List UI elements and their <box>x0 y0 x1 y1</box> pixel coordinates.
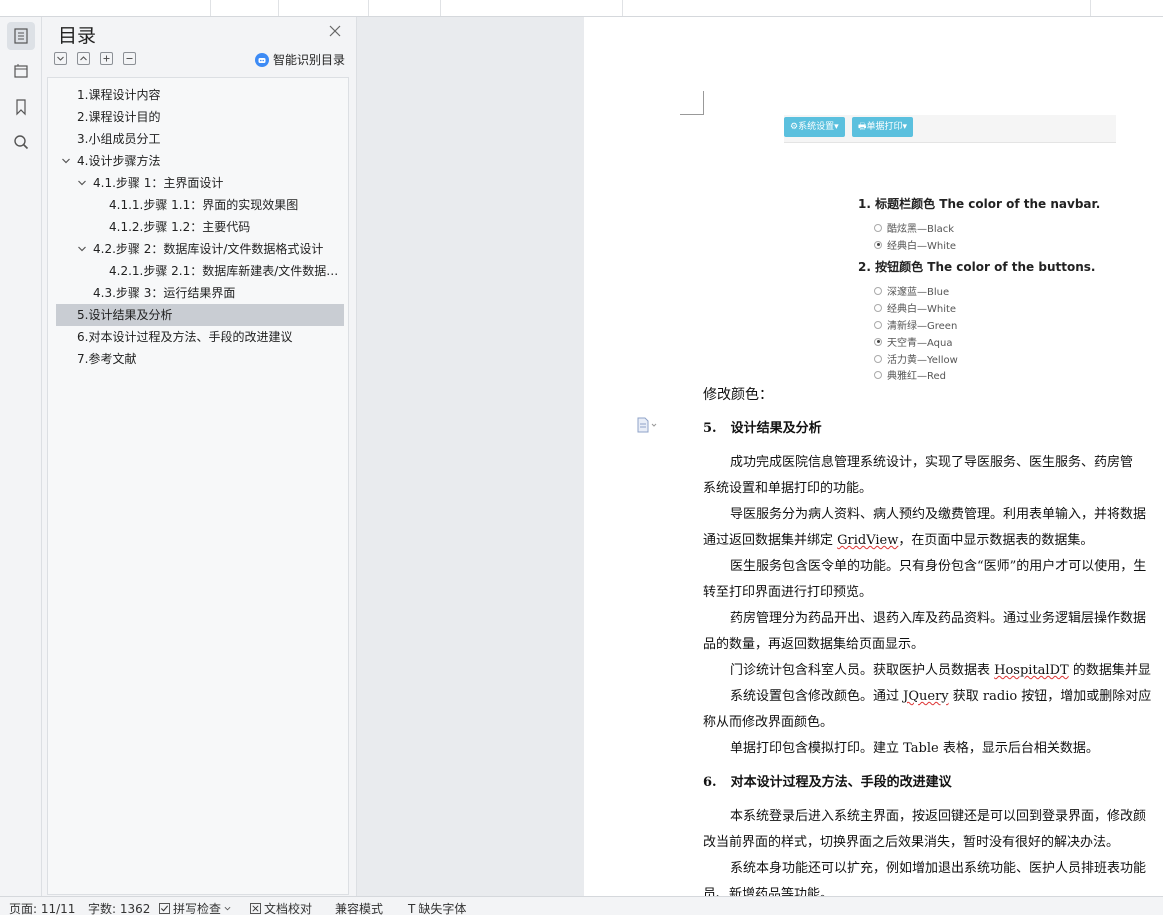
chevron-down-icon <box>224 906 231 911</box>
paragraph-line: 药房管理分为药品开出、退药入库及药品资料。通过业务逻辑层操作数据 <box>730 611 1147 626</box>
paragraph-line: 品的数量，再返回数据集给页面显示。 <box>703 637 925 652</box>
figure-caption: 修改颜色： <box>703 387 773 403</box>
bookmark-icon[interactable] <box>7 93 35 121</box>
paragraph-line: 员、新增药品等功能。 <box>703 887 834 896</box>
toc-item[interactable]: 4.设计步骤方法 <box>56 150 344 172</box>
toc-item[interactable]: 2.课程设计目的 <box>56 106 344 128</box>
radio-icon <box>874 303 882 312</box>
toolbar-separator <box>368 0 369 16</box>
close-icon[interactable] <box>328 24 342 38</box>
search-icon[interactable] <box>7 128 35 156</box>
paragraph-line: 转至打印界面进行打印预览。 <box>703 585 873 600</box>
proofread-icon <box>250 903 261 914</box>
paragraph-line: 系统设置包含修改颜色。通过 JQuery 获取 radio 按钮，增加或删除对应 <box>730 689 1152 704</box>
toc-item[interactable]: 6.对本设计过程及方法、手段的改进建议 <box>56 326 344 348</box>
toc-icon[interactable] <box>7 22 35 50</box>
toc-item[interactable]: 4.2.1.步骤 2.1：数据库新建表/文件数据格式 <box>56 260 344 282</box>
plus-icon <box>103 55 110 62</box>
spell-check-button[interactable]: 拼写检查 <box>159 900 231 915</box>
chevron-down-icon[interactable] <box>77 244 87 254</box>
radio-option: 经典白—White <box>874 300 956 315</box>
embedded-image-toolbar: ⚙系统设置▾ 🖶单据打印▾ <box>784 115 1116 143</box>
toc-item[interactable]: 4.1.1.步骤 1.1：界面的实现效果图 <box>56 194 344 216</box>
paragraph-line: 通过返回数据集并绑定 GridView，在页面中显示数据表的数据集。 <box>703 533 1094 548</box>
paragraph-line: 单据打印包含模拟打印。建立 Table 表格，显示后台相关数据。 <box>730 741 1099 756</box>
radio-option: 经典白—White <box>874 237 956 252</box>
paragraph-line: 改当前界面的样式，切换界面之后效果消失，暂时没有很好的解决办法。 <box>703 835 1120 850</box>
paragraph-line: 医生服务包含医令单的功能。只有身份包含“医师”的用户才可以使用，生 <box>730 559 1147 574</box>
collapse-all-button[interactable] <box>77 52 90 65</box>
embedded-section-heading: 2. 按钮颜色 The color of the buttons. <box>858 260 1096 274</box>
radio-icon <box>874 320 882 329</box>
toc-item[interactable]: 3.小组成员分工 <box>56 128 344 150</box>
page-indicator[interactable]: 页面: 11/11 <box>9 900 75 915</box>
robot-icon <box>255 52 269 67</box>
radio-checked-icon <box>874 337 882 346</box>
radio-option: 清新绿—Green <box>874 317 957 332</box>
radio-checked-icon <box>874 240 882 249</box>
toc-item[interactable]: 1.课程设计内容 <box>56 84 344 106</box>
chevron-down-icon[interactable] <box>61 156 71 166</box>
paragraph-line: 本系统登录后进入系统主界面，按返回键还是可以回到登录界面，修改颜 <box>730 809 1147 824</box>
minus-icon <box>126 58 133 59</box>
radio-option: 酷炫黑—Black <box>874 220 954 235</box>
radio-icon <box>874 223 882 232</box>
radio-icon <box>874 286 882 295</box>
toc-panel: 目录 智能识别目录 1.课程设计内容 2.课程设计目的 3.小组成员分工 4.设… <box>42 17 357 896</box>
paragraph-line: 导医服务分为病人资料、病人预约及缴费管理。利用表单输入，并将数据 <box>730 507 1147 522</box>
radio-option: 典雅红—Red <box>874 367 946 382</box>
missing-font-button[interactable]: T̲ 缺失字体 <box>408 900 466 915</box>
radio-icon <box>874 354 882 363</box>
paragraph-line: 系统本身功能还可以扩充，例如增加退出系统功能、医护人员排班表功能 <box>730 861 1147 876</box>
section-heading-6: 6. 对本设计过程及方法、手段的改进建议 <box>703 775 952 790</box>
word-count[interactable]: 字数: 1362 <box>88 900 150 915</box>
toc-toolbar <box>54 52 136 65</box>
toolbar-separator <box>210 0 211 16</box>
radio-option: 深邃蓝—Blue <box>874 283 949 298</box>
check-icon <box>159 903 170 914</box>
chevron-up-icon <box>80 56 87 61</box>
paragraph-line: 系统设置和单据打印的功能。 <box>703 481 873 496</box>
toolbar-separator <box>440 0 441 16</box>
paragraph-line: 门诊统计包含科室人员。获取医护人员数据表 HospitalDT 的数据集并显 <box>730 663 1151 678</box>
embedded-section-heading: 1. 标题栏颜色 The color of the navbar. <box>858 197 1101 211</box>
radio-icon <box>874 370 882 379</box>
toc-item[interactable]: 4.2.步骤 2：数据库设计/文件数据格式设计 <box>56 238 344 260</box>
toc-list: 1.课程设计内容 2.课程设计目的 3.小组成员分工 4.设计步骤方法 4.1.… <box>47 77 349 895</box>
top-toolbar-strip <box>0 0 1163 17</box>
toc-item[interactable]: 4.1.2.步骤 1.2：主要代码 <box>56 216 344 238</box>
smart-toc-label: 智能识别目录 <box>273 53 346 67</box>
page-corner-mark <box>680 91 704 115</box>
document-page[interactable]: ⚙系统设置▾ 🖶单据打印▾ 1. 标题栏颜色 The color of the … <box>584 17 1163 896</box>
chevron-down-icon[interactable] <box>77 178 87 188</box>
toc-title: 目录 <box>58 25 97 47</box>
print-button-image: 🖶单据打印▾ <box>852 117 914 137</box>
radio-option: 天空青—Aqua <box>874 334 952 349</box>
workspace-background <box>357 17 584 896</box>
side-rail <box>0 17 42 896</box>
toc-item[interactable]: 7.参考文献 <box>56 348 344 370</box>
font-icon: T̲ <box>408 901 416 915</box>
navigation-pane-icon[interactable] <box>7 57 35 85</box>
remove-level-button[interactable] <box>123 52 136 65</box>
paragraph-line: 称从而修改界面颜色。 <box>703 715 834 730</box>
paragraph-line: 成功完成医院信息管理系统设计，实现了导医服务、医生服务、药房管 <box>730 455 1134 470</box>
chevron-down-icon <box>57 56 64 61</box>
toolbar-separator <box>278 0 279 16</box>
toc-item-selected[interactable]: 5.设计结果及分析 <box>56 304 344 326</box>
expand-all-button[interactable] <box>54 52 67 65</box>
compatibility-mode: 兼容模式 <box>335 902 384 915</box>
toolbar-separator <box>1090 0 1091 16</box>
smart-toc-button[interactable]: 智能识别目录 <box>255 51 345 68</box>
toc-item[interactable]: 4.1.步骤 1：主界面设计 <box>56 172 344 194</box>
status-bar: 页面: 11/11 字数: 1362 拼写检查 文档校对 兼容模式 T̲ 缺失字… <box>0 896 1163 915</box>
toc-item[interactable]: 4.3.步骤 3：运行结果界面 <box>56 282 344 304</box>
radio-option: 活力黄—Yellow <box>874 351 958 366</box>
system-settings-button-image: ⚙系统设置▾ <box>784 117 845 137</box>
document-proofread-button[interactable]: 文档校对 <box>250 900 312 915</box>
toolbar-separator <box>622 0 623 16</box>
add-level-button[interactable] <box>100 52 113 65</box>
section-heading-5: 5. 设计结果及分析 <box>703 421 822 436</box>
paragraph-menu-icon[interactable] <box>636 417 658 433</box>
